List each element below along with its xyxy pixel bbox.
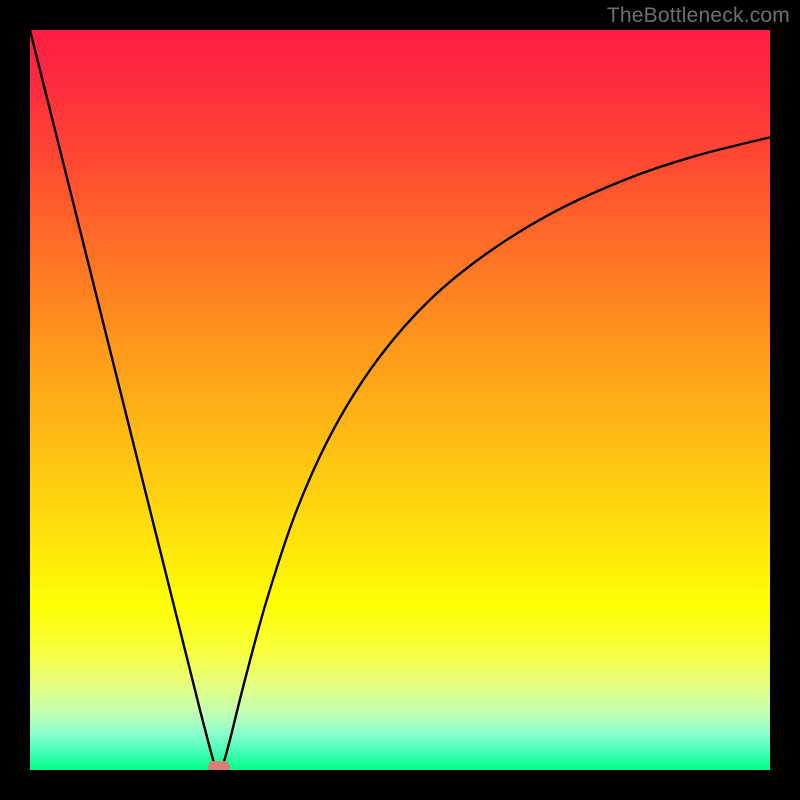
watermark-text: TheBottleneck.com <box>607 4 790 28</box>
curve-layer <box>30 30 770 770</box>
optimal-marker <box>208 761 230 770</box>
chart-frame: TheBottleneck.com <box>0 0 800 800</box>
plot-area <box>30 30 770 770</box>
bottleneck-curve <box>30 30 770 770</box>
